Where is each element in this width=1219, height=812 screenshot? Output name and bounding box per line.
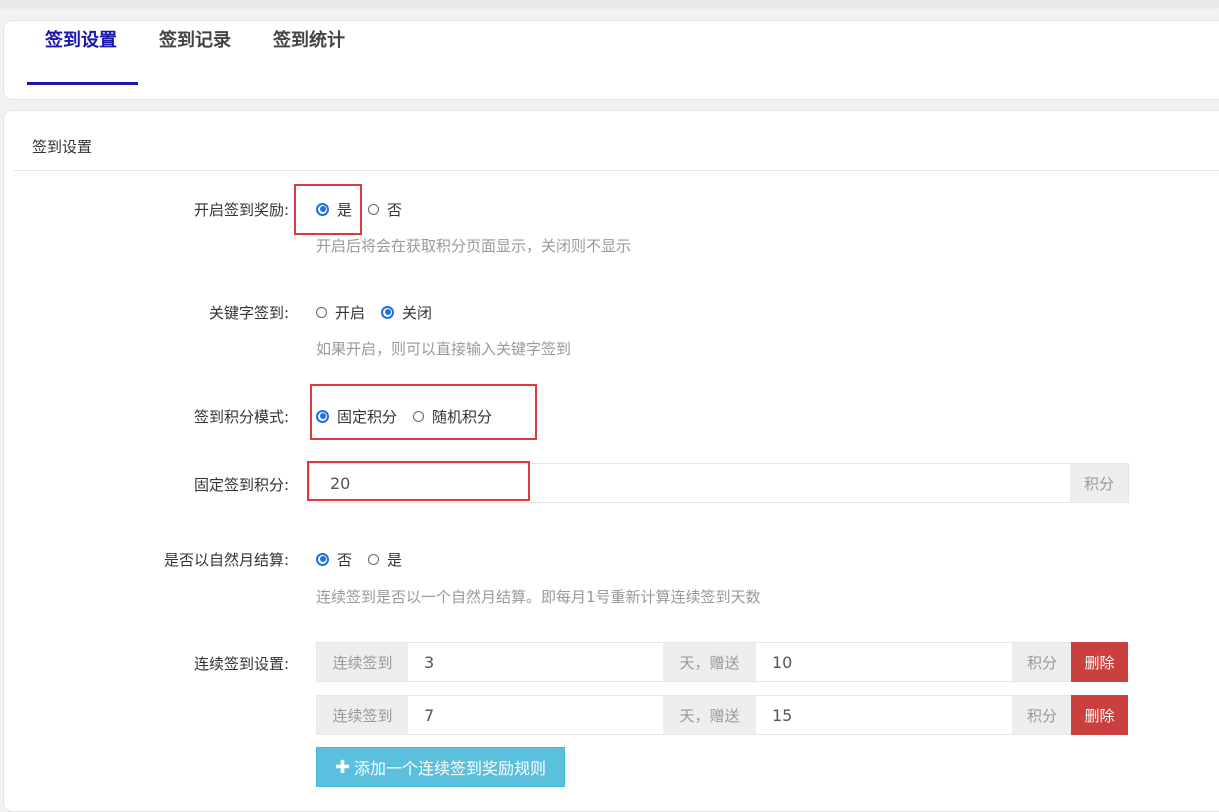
- tab-signin-settings[interactable]: 签到设置: [45, 26, 117, 52]
- streak-prefix: 连续签到: [317, 696, 408, 734]
- natural-month-hint: 连续签到是否以一个自然月结算。即每月1号重新计算连续签到天数: [316, 588, 761, 606]
- active-tab-underline: [27, 82, 138, 85]
- natural-month-radio-group: 否 是: [316, 548, 418, 570]
- streak-middle: 天，赠送: [663, 643, 756, 681]
- keyword-signin-on-option[interactable]: 开启: [316, 302, 365, 323]
- keyword-signin-off-option[interactable]: 关闭: [381, 302, 432, 323]
- enable-reward-label: 开启签到奖励:: [193, 201, 289, 219]
- fixed-points-suffix: 积分: [1070, 464, 1128, 502]
- add-streak-rule-label: 添加一个连续签到奖励规则: [354, 759, 547, 778]
- section-divider: [14, 170, 1219, 171]
- enable-reward-no-option[interactable]: 否: [368, 199, 402, 220]
- streak-suffix: 积分: [1012, 643, 1072, 681]
- streak-suffix: 积分: [1012, 696, 1072, 734]
- streak-days-input[interactable]: 3: [408, 643, 663, 681]
- points-mode-label: 签到积分模式:: [193, 408, 289, 426]
- streak-rule-row: 连续签到 7 天，赠送 15 积分 删除: [316, 695, 1128, 735]
- radio-unchecked-icon[interactable]: [368, 553, 380, 565]
- enable-reward-no-label: 否: [387, 200, 403, 219]
- section-title: 签到设置: [32, 138, 93, 156]
- highlight-box-fixed-points: [307, 461, 530, 501]
- streak-settings-label: 连续签到设置:: [193, 655, 289, 673]
- keyword-signin-label: 关键字签到:: [208, 304, 289, 322]
- radio-unchecked-icon[interactable]: [368, 203, 380, 215]
- highlight-box-enable-reward: [294, 184, 362, 235]
- delete-rule-button[interactable]: 删除: [1071, 642, 1128, 682]
- natural-month-yes-option[interactable]: 是: [368, 549, 402, 570]
- streak-prefix: 连续签到: [317, 643, 408, 681]
- enable-reward-hint: 开启后将会在获取积分页面显示，关闭则不显示: [316, 237, 632, 255]
- natural-month-label: 是否以自然月结算:: [163, 551, 289, 569]
- radio-checked-icon[interactable]: [381, 305, 395, 319]
- natural-month-no-label: 否: [337, 550, 353, 569]
- streak-days-input[interactable]: 7: [408, 696, 663, 734]
- streak-points-input[interactable]: 15: [756, 696, 1012, 734]
- highlight-box-points-mode: [310, 384, 537, 440]
- radio-unchecked-icon[interactable]: [316, 306, 327, 318]
- streak-points-input[interactable]: 10: [756, 643, 1012, 681]
- natural-month-no-option[interactable]: 否: [316, 549, 352, 570]
- keyword-signin-on-label: 开启: [335, 303, 366, 322]
- natural-month-yes-label: 是: [387, 550, 403, 569]
- keyword-signin-hint: 如果开启，则可以直接输入关键字签到: [316, 340, 572, 358]
- streak-middle: 天，赠送: [663, 696, 756, 734]
- tab-signin-stats[interactable]: 签到统计: [273, 26, 345, 52]
- streak-rule-row: 连续签到 3 天，赠送 10 积分 删除: [316, 642, 1128, 682]
- tab-signin-records[interactable]: 签到记录: [159, 26, 231, 52]
- top-strip: [0, 0, 1219, 7]
- keyword-signin-radio-group: 开启 关闭: [316, 301, 448, 323]
- delete-rule-button[interactable]: 删除: [1071, 695, 1128, 735]
- add-streak-rule-button[interactable]: ✚ 添加一个连续签到奖励规则: [316, 747, 565, 787]
- radio-checked-icon[interactable]: [316, 552, 329, 566]
- plus-icon: ✚: [334, 756, 351, 778]
- fixed-points-label: 固定签到积分:: [193, 476, 289, 494]
- keyword-signin-off-label: 关闭: [402, 303, 433, 322]
